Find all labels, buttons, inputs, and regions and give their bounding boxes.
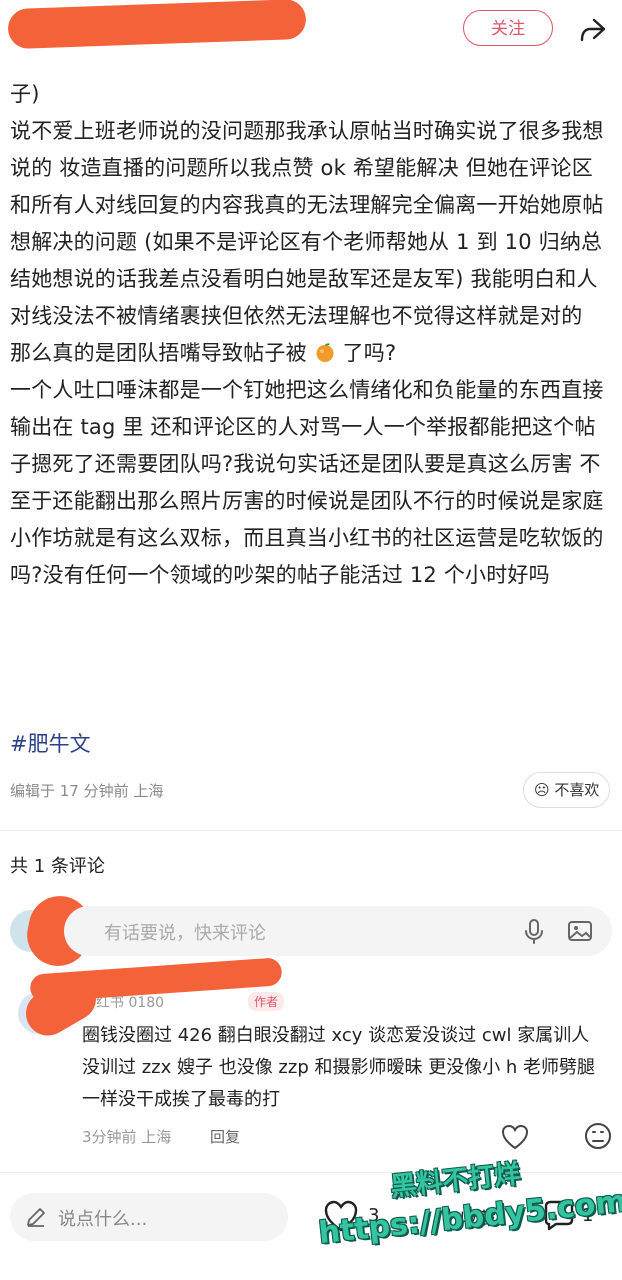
dislike-face-icon[interactable] <box>584 1122 612 1150</box>
dislike-button[interactable]: ☹ 不喜欢 <box>523 772 611 808</box>
comment-time: 3分钟前 上海 <box>82 1128 172 1146</box>
bottom-comment-input[interactable]: 说点什么... <box>10 1193 288 1241</box>
hashtag-link[interactable]: #肥牛文 <box>10 728 91 758</box>
reply-button[interactable]: 回复 <box>210 1126 240 1147</box>
post-body: 子) 说不爱上班老师说的没问题那我承认原帖当时确实说了很多我想说的 妆造直播的问… <box>10 76 614 594</box>
dislike-label: 不喜欢 <box>554 781 600 799</box>
image-icon[interactable] <box>566 917 594 945</box>
comment-input-placeholder: 有话要说，快来评论 <box>104 923 266 944</box>
author-badge: 作者 <box>248 992 285 1011</box>
divider <box>0 1172 622 1173</box>
pencil-icon <box>27 1208 45 1227</box>
post-paragraph: 说不爱上班老师说的没问题那我承认原帖当时确实说了很多我想说的 妆造直播的问题所以… <box>10 119 604 328</box>
share-icon[interactable] <box>574 12 610 48</box>
comment-input[interactable]: 有话要说，快来评论 <box>64 906 612 956</box>
divider <box>0 830 622 831</box>
post-paragraph: 一个人吐口唾沫都是一个钉她把这么情绪化和负能量的东西直接输出在 tag 里 还和… <box>10 378 604 587</box>
post-paragraph-orange: 那么真的是团队捂嘴导致帖子被 了吗? <box>10 341 397 365</box>
bottom-input-placeholder: 说点什么... <box>58 1209 148 1230</box>
follow-button[interactable]: 关注 <box>463 10 553 46</box>
redacted-username <box>7 0 307 50</box>
microphone-icon[interactable] <box>520 917 548 945</box>
top-bar: ‹ 关注 <box>0 0 622 62</box>
frown-icon: ☹ <box>534 781 550 799</box>
comment-text: 圈钱没圈过 426 翻白眼没翻过 xcy 谈恋爱没谈过 cwl 家属训人没训过 … <box>82 1025 596 1110</box>
orange-emoji-icon <box>316 343 334 362</box>
comment-count: 共 1 条评论 <box>10 856 105 877</box>
heart-icon[interactable] <box>500 1122 530 1152</box>
post-edit-meta: 编辑于 17 分钟前 上海 <box>10 782 164 800</box>
post-paragraph: 子) <box>10 82 40 106</box>
